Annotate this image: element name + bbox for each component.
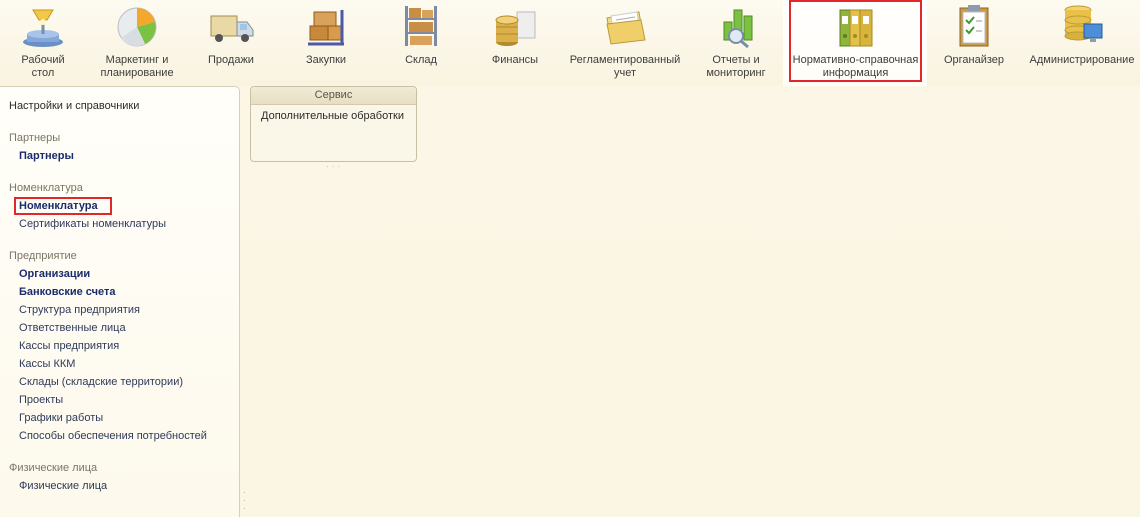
toolbar-item-administration[interactable]: Администрирование [1027, 0, 1137, 86]
truck-icon [207, 2, 255, 50]
bar-chart-magnifier-icon [712, 2, 760, 50]
section-title-individuals: Физические лица [9, 462, 98, 474]
desktop-icon [19, 2, 67, 50]
toolbar-item-desktop[interactable]: Рабочий стол [7, 0, 79, 86]
pie-chart-icon [113, 2, 161, 50]
binders-icon [832, 4, 880, 52]
toolbar-item-label: Рабочий стол [21, 54, 65, 79]
toolbar-item-organizer[interactable]: Органайзер [939, 0, 1009, 86]
boxes-cart-icon [302, 2, 350, 50]
settings-and-references-link[interactable]: Настройки и справочники [9, 100, 139, 112]
toolbar-item-sales[interactable]: Продажи [199, 0, 263, 86]
section-toolbar: Рабочий стол Маркетинг и планирование Пр… [0, 0, 1140, 86]
folder-documents-icon [601, 2, 649, 50]
toolbar-item-marketing[interactable]: Маркетинг и планирование [97, 0, 177, 86]
section-title-partners: Партнеры [9, 132, 61, 144]
toolbar-item-purchases[interactable]: Закупки [294, 0, 358, 86]
toolbar-item-label: Маркетинг и планирование [100, 54, 174, 79]
toolbar-item-label: Регламентированный учет [569, 54, 681, 79]
service-group: Сервис Дополнительные обработки [250, 86, 417, 162]
toolbar-item-label: Органайзер [943, 54, 1005, 66]
section-title-enterprise: Предприятие [9, 250, 77, 262]
toolbar-item-reference-info[interactable]: Нормативно-справочная информация [789, 0, 922, 82]
nav-link-projects[interactable]: Проекты [19, 394, 63, 406]
toolbar-item-label: Склад [405, 54, 437, 66]
toolbar-item-label: Отчеты и мониторинг [706, 54, 766, 79]
panel-splitter-handle[interactable]: · · · [243, 488, 247, 514]
nav-link-partners[interactable]: Партнеры [19, 150, 74, 162]
section-title-nomenclature: Номенклатура [9, 182, 83, 194]
toolbar-item-label: Нормативно-справочная информация [792, 54, 919, 79]
navigation-panel: Настройки и справочники Партнеры Партнер… [0, 86, 240, 517]
nav-link-work-schedules[interactable]: Графики работы [19, 412, 103, 424]
nav-link-individuals[interactable]: Физические лица [19, 480, 107, 492]
service-group-title: Сервис [251, 87, 416, 105]
nav-link-enterprise-structure[interactable]: Структура предприятия [19, 304, 140, 316]
nav-link-bank-accounts[interactable]: Банковские счета [19, 286, 116, 298]
toolbar-item-warehouse[interactable]: Склад [389, 0, 453, 86]
database-monitor-icon [1058, 2, 1106, 50]
nav-link-warehouses[interactable]: Склады (складские территории) [19, 376, 183, 388]
additional-processing-link[interactable]: Дополнительные обработки [261, 110, 404, 122]
service-group-resize-handle[interactable]: ··· [326, 162, 343, 171]
nav-link-kkm-cash-registers[interactable]: Кассы ККМ [19, 358, 75, 370]
clipboard-icon [950, 2, 998, 50]
toolbar-item-label: Администрирование [1029, 54, 1135, 66]
toolbar-item-regulated-accounting[interactable]: Регламентированный учет [565, 0, 685, 86]
nav-link-nomenclature-certificates[interactable]: Сертификаты номенклатуры [19, 218, 166, 230]
nav-link-nomenclature[interactable]: Номенклатура [19, 200, 98, 212]
warehouse-shelf-icon [397, 2, 445, 50]
nav-link-demand-methods[interactable]: Способы обеспечения потребностей [19, 430, 207, 442]
nav-link-cash-desks[interactable]: Кассы предприятия [19, 340, 119, 352]
nav-link-organizations[interactable]: Организации [19, 268, 90, 280]
toolbar-item-finance[interactable]: Финансы [483, 0, 547, 86]
toolbar-item-label: Финансы [491, 54, 539, 66]
toolbar-item-label: Продажи [208, 54, 254, 66]
coins-icon [491, 2, 539, 50]
nav-link-responsible-persons[interactable]: Ответственные лица [19, 322, 126, 334]
toolbar-item-reports[interactable]: Отчеты и мониторинг [700, 0, 772, 86]
toolbar-item-label: Закупки [305, 54, 347, 66]
